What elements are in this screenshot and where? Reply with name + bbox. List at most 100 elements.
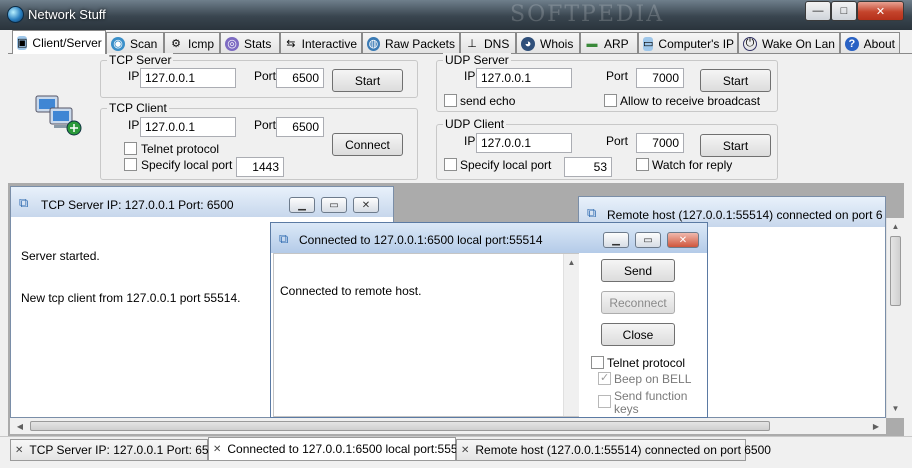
connected-window-titlebar[interactable]: ⧉ Connected to 127.0.0.1:6500 local port… — [271, 223, 707, 253]
tab-wake-on-lan[interactable]: ⏻ Wake On Lan — [738, 32, 840, 54]
window-tab-remote-host[interactable]: ✕ Remote host (127.0.0.1:55514) connected… — [456, 439, 771, 461]
scroll-down-arrow-icon[interactable]: ▼ — [887, 400, 904, 416]
connected-restore-button[interactable]: ▭ — [635, 232, 661, 248]
maximize-button[interactable]: □ — [831, 1, 857, 21]
tcp-client-ip-input[interactable]: 127.0.0.1 — [140, 117, 236, 137]
tcp-server-window-titlebar[interactable]: ⧉ TCP Server IP: 127.0.0.1 Port: 6500 ▁ … — [11, 187, 393, 217]
tab-icmp[interactable]: ⚙ Icmp — [164, 32, 220, 54]
connected-window-title: Connected to 127.0.0.1:6500 local port:5… — [299, 233, 543, 247]
udp-client-port-input[interactable]: 7000 — [636, 133, 684, 153]
tab-raw-packets[interactable]: ◍ Raw Packets — [362, 32, 460, 54]
udp-server-port-input[interactable]: 7000 — [636, 68, 684, 88]
close-tab-icon[interactable]: ✕ — [15, 445, 23, 456]
vertical-scroll-thumb[interactable] — [890, 236, 901, 306]
udp-client-port-label: Port — [606, 134, 629, 148]
close-tab-icon[interactable]: ✕ — [461, 445, 469, 456]
udp-server-port-label: Port — [606, 69, 629, 83]
send-echo-checkbox[interactable] — [444, 94, 457, 107]
udp-specify-local-port-label: Specify local port — [460, 158, 552, 172]
scroll-up-arrow-icon[interactable]: ▲ — [564, 254, 579, 270]
tab-dns[interactable]: ⊥ DNS — [460, 32, 516, 54]
udp-client-legend: UDP Client — [443, 117, 507, 131]
tab-stats[interactable]: ◎ Stats — [220, 32, 280, 54]
close-button[interactable]: ✕ — [857, 1, 904, 21]
udp-server-ip-label: IP — [464, 69, 476, 83]
tcp-server-restore-button[interactable]: ▭ — [321, 197, 347, 213]
window-title: Network Stuff — [28, 7, 106, 22]
send-function-keys-checkbox[interactable] — [598, 395, 611, 408]
close-connection-button[interactable]: Close — [601, 323, 675, 346]
scroll-up-arrow-icon[interactable]: ▲ — [887, 218, 904, 234]
window-tab-connected[interactable]: ✕ Connected to 127.0.0.1:6500 local port:… — [208, 437, 471, 461]
udp-client-ip-input[interactable]: 127.0.0.1 — [476, 133, 572, 153]
tab-interactive[interactable]: ⇆ Interactive — [280, 32, 362, 54]
stats-globe-icon: ◎ — [225, 36, 239, 51]
app-globe-icon — [7, 6, 24, 23]
send-function-keys-label: Send function keys — [614, 389, 688, 416]
tab-about[interactable]: ? About — [840, 32, 900, 54]
udp-local-port-input[interactable]: 53 — [564, 157, 612, 177]
arp-icon: ▬ — [586, 37, 598, 50]
telnet-protocol-label: Telnet protocol — [141, 142, 220, 156]
whois-icon: ◕ — [521, 36, 535, 51]
tcp-specify-local-port-label: Specify local port — [141, 158, 233, 172]
tcp-client-connect-button[interactable]: Connect — [332, 133, 403, 156]
tcp-specify-local-port-checkbox[interactable] — [124, 158, 137, 171]
send-button[interactable]: Send — [601, 259, 675, 282]
tcp-server-start-button[interactable]: Start — [332, 69, 403, 92]
tcp-server-port-input[interactable]: 6500 — [276, 68, 324, 88]
allow-broadcast-checkbox[interactable] — [604, 94, 617, 107]
udp-specify-local-port-checkbox[interactable] — [444, 158, 457, 171]
mdi-vertical-scrollbar[interactable]: ▲ ▼ — [886, 218, 904, 418]
tab-client-server[interactable]: ▣ Client/Server — [12, 30, 106, 54]
tab-whois[interactable]: ◕ Whois — [516, 32, 580, 54]
window-tab-bar: ✕ TCP Server IP: 127.0.0.1 Port: 6500 ✕ Co… — [0, 436, 912, 468]
tcp-client-port-input[interactable]: 6500 — [276, 117, 324, 137]
interactive-icon: ⇆ — [286, 38, 296, 50]
scroll-right-arrow-icon[interactable]: ▶ — [868, 418, 884, 434]
help-icon: ? — [845, 36, 859, 51]
tcp-server-close-button[interactable]: ✕ — [353, 197, 379, 213]
connected-telnet-checkbox[interactable] — [591, 356, 604, 369]
raw-packets-icon: ◍ — [367, 36, 380, 51]
udp-server-start-button[interactable]: Start — [700, 69, 771, 92]
window-tab-tcp-server[interactable]: ✕ TCP Server IP: 127.0.0.1 Port: 6500 — [10, 439, 222, 461]
connected-log[interactable]: Connected to remote host. — [273, 253, 579, 417]
connected-child-window[interactable]: ⧉ Connected to 127.0.0.1:6500 local port… — [270, 222, 708, 418]
udp-client-start-button[interactable]: Start — [700, 134, 771, 157]
udp-client-ip-label: IP — [464, 134, 476, 148]
horizontal-scroll-thumb[interactable] — [30, 421, 770, 431]
tcp-server-minimize-button[interactable]: ▁ — [289, 197, 315, 213]
close-tab-icon[interactable]: ✕ — [213, 444, 221, 455]
log-line: Connected to remote host. — [280, 284, 422, 298]
watch-for-reply-label: Watch for reply — [652, 158, 733, 172]
connected-telnet-label: Telnet protocol — [607, 356, 686, 370]
log-line: New tcp client from 127.0.0.1 port 55514… — [21, 291, 241, 305]
tab-computers-ip[interactable]: ▭ Computer's IP — [638, 32, 738, 54]
tcp-client-port-label: Port — [254, 118, 277, 132]
telnet-protocol-checkbox[interactable] — [124, 142, 137, 155]
tcp-server-ip-input[interactable]: 127.0.0.1 — [140, 68, 236, 88]
connected-minimize-button[interactable]: ▁ — [603, 232, 629, 248]
watch-for-reply-checkbox[interactable] — [636, 158, 649, 171]
log-line: Server started. — [21, 249, 100, 263]
scroll-left-arrow-icon[interactable]: ◀ — [12, 418, 28, 434]
connected-log-scrollbar[interactable]: ▲ — [563, 254, 579, 416]
tcp-server-legend: TCP Server — [107, 53, 174, 67]
ping-icon: ⚙ — [171, 38, 181, 50]
beep-on-bell-checkbox[interactable] — [598, 371, 611, 385]
tab-arp[interactable]: ▬ ARP — [580, 32, 638, 54]
watermark: SOFTPEDIA — [510, 2, 665, 27]
udp-server-ip-input[interactable]: 127.0.0.1 — [476, 68, 572, 88]
allow-broadcast-label: Allow to receive broadcast — [620, 94, 761, 108]
connected-close-button[interactable]: ✕ — [667, 232, 699, 248]
main-tabstrip: ▣ Client/Server ◉ Scan ⚙ Icmp ◎ Stats ⇆ Inter… — [0, 30, 912, 54]
network-icon: ⧉ — [19, 195, 29, 210]
tcp-server-log[interactable]: Server started. New tcp client from 127.… — [21, 221, 281, 333]
tab-scan[interactable]: ◉ Scan — [106, 32, 164, 54]
reconnect-button[interactable]: Reconnect — [601, 291, 675, 314]
mdi-horizontal-scrollbar[interactable]: ◀ ▶ — [10, 418, 886, 434]
title-bar[interactable]: Network Stuff SOFTPEDIA — □ ✕ — [0, 0, 912, 30]
tcp-local-port-input[interactable]: 1443 — [236, 157, 284, 177]
minimize-button[interactable]: — — [805, 1, 831, 21]
